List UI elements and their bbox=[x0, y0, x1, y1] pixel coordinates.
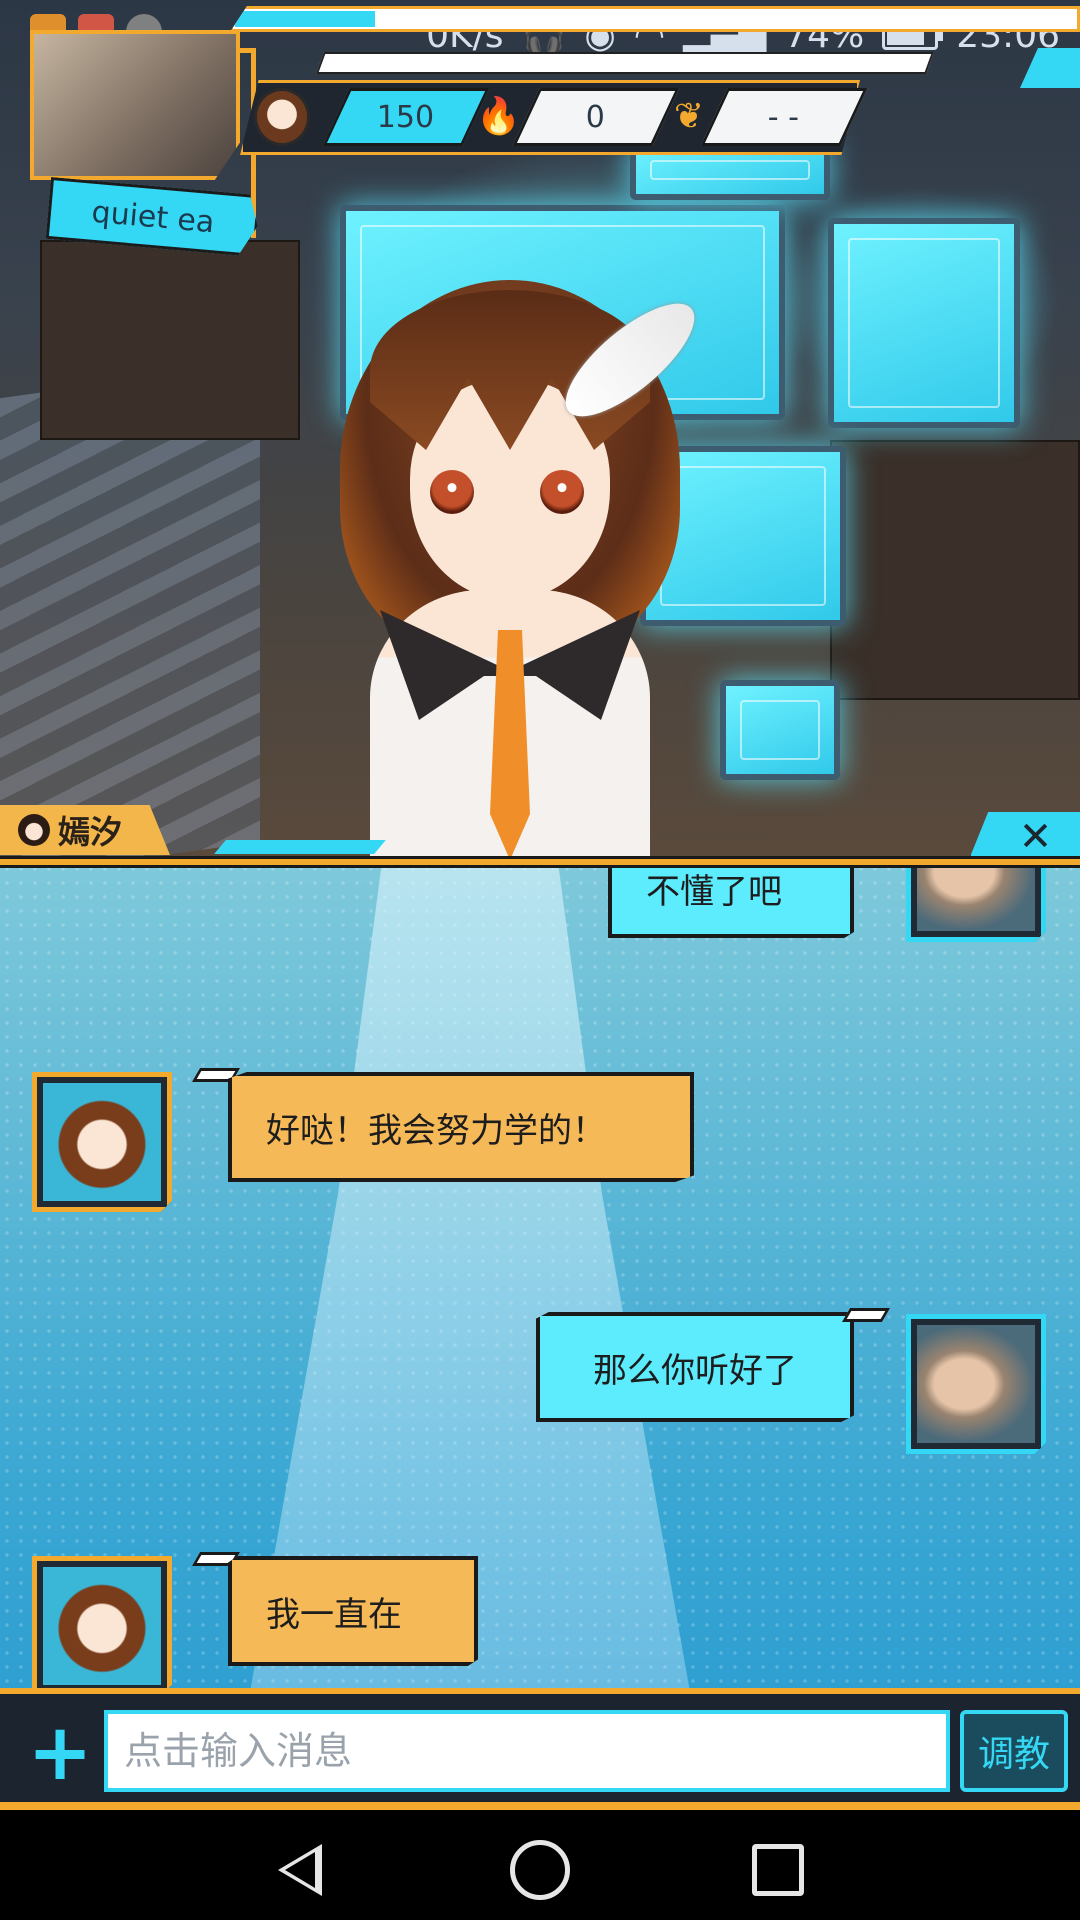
divider-accent bbox=[214, 840, 386, 854]
message-text: 不懂了吧 bbox=[646, 871, 782, 912]
chat-bubble-user[interactable]: 不懂了吧 bbox=[608, 862, 854, 938]
add-button[interactable]: + bbox=[18, 1714, 102, 1792]
message-input[interactable] bbox=[104, 1710, 950, 1792]
monitor-screen bbox=[828, 218, 1020, 428]
hud-top-strip bbox=[230, 6, 1080, 32]
flames-value: 0 bbox=[586, 99, 606, 135]
chat-bubble-character[interactable]: 好哒！我会努力学的！ bbox=[228, 1072, 694, 1182]
flames-counter: 0 bbox=[512, 88, 680, 146]
user-avatar[interactable] bbox=[906, 862, 1046, 942]
plus-icon: + bbox=[27, 1708, 93, 1798]
character-head-icon bbox=[18, 814, 50, 846]
bubble-tail-decor bbox=[841, 1308, 891, 1322]
profile-photo[interactable] bbox=[30, 30, 240, 180]
chat-area[interactable]: 不懂了吧 好哒！我会努力学的！ 那么你听好了 我一直在 bbox=[0, 862, 1080, 1692]
input-bar: + 调教 bbox=[0, 1688, 1080, 1810]
recent-apps-button[interactable] bbox=[752, 1844, 804, 1896]
message-text: 那么你听好了 bbox=[593, 1350, 797, 1391]
monitor-screen bbox=[720, 680, 840, 780]
user-avatar-image bbox=[917, 862, 1035, 931]
shelf-decor bbox=[40, 240, 300, 440]
stats-bar: 150 🔥 0 ❦ - - bbox=[240, 80, 868, 155]
character-avatar-image bbox=[43, 1567, 161, 1685]
character-mini-avatar[interactable] bbox=[254, 88, 310, 146]
home-button[interactable] bbox=[510, 1840, 570, 1900]
train-button[interactable]: 调教 bbox=[960, 1710, 1068, 1792]
chat-bubble-user[interactable]: 那么你听好了 bbox=[536, 1312, 854, 1422]
divider-bar bbox=[0, 856, 1080, 868]
flame-icon: 🔥 bbox=[476, 96, 521, 137]
hearts-value: 150 bbox=[377, 99, 435, 135]
back-button[interactable] bbox=[272, 1840, 332, 1900]
character-sprite[interactable] bbox=[300, 270, 720, 860]
character-name-tag: 嫣汐 bbox=[0, 805, 170, 855]
user-avatar-image bbox=[917, 1325, 1035, 1443]
system-nav-bar bbox=[0, 1810, 1080, 1920]
message-text: 我一直在 bbox=[266, 1594, 402, 1635]
train-button-label: 调教 bbox=[977, 1734, 1050, 1775]
message-text: 好哒！我会努力学的！ bbox=[266, 1110, 606, 1151]
character-avatar[interactable] bbox=[32, 1072, 172, 1212]
user-avatar[interactable] bbox=[906, 1314, 1046, 1454]
chat-bubble-character[interactable]: 我一直在 bbox=[228, 1556, 478, 1666]
close-icon: ✕ bbox=[1018, 814, 1053, 860]
character-avatar-image bbox=[43, 1083, 161, 1201]
wings-value: - - bbox=[768, 99, 800, 135]
profile-card[interactable]: quiet ea bbox=[8, 8, 258, 198]
wing-icon: ❦ bbox=[673, 96, 705, 137]
wings-counter: - - bbox=[700, 88, 868, 146]
hud-second-strip bbox=[315, 52, 935, 74]
hearts-counter: 150 bbox=[322, 88, 490, 146]
character-eye-right bbox=[540, 470, 584, 514]
shelf-decor bbox=[830, 440, 1080, 700]
character-eye-left bbox=[430, 470, 474, 514]
character-avatar[interactable] bbox=[32, 1556, 172, 1692]
character-name: 嫣汐 bbox=[58, 813, 123, 851]
